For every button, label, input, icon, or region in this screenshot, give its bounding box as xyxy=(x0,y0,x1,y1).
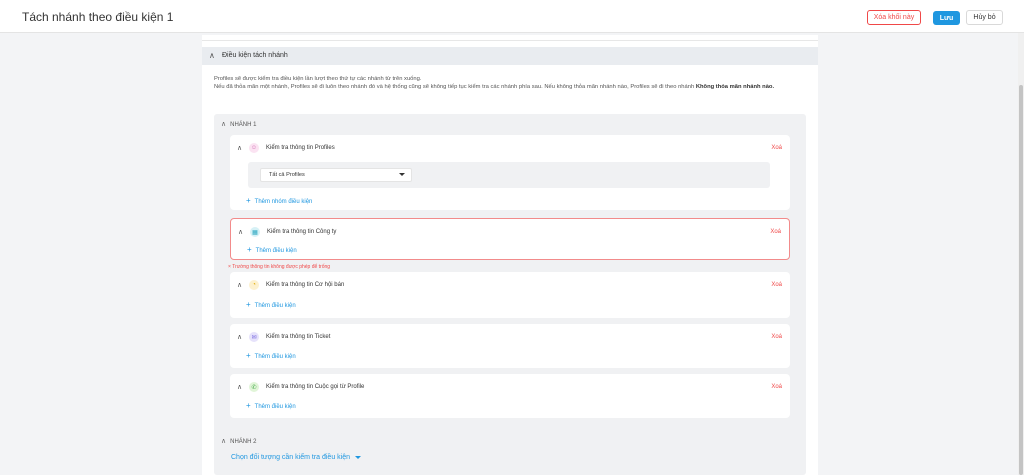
card-title: Kiểm tra thông tin Profiles xyxy=(266,145,335,151)
delete-link[interactable]: Xoá xyxy=(770,229,781,235)
chevron-up-icon[interactable]: ∧ xyxy=(209,51,215,60)
caret-down-icon xyxy=(355,455,362,459)
profile-icon: ☺ xyxy=(249,143,259,153)
cancel-button[interactable]: Hủy bỏ xyxy=(966,10,1003,25)
plus-icon: + xyxy=(246,401,251,410)
branch-2-title: NHÁNH 2 xyxy=(230,439,257,445)
select-value: Tất cả Profiles xyxy=(269,172,305,178)
add-label: Thêm nhóm điều kiện xyxy=(254,199,313,205)
plus-icon: + xyxy=(246,196,251,205)
chevron-up-icon[interactable]: ∧ xyxy=(221,121,226,128)
opportunity-icon: ◔ xyxy=(249,280,259,290)
branch-2: ∧ NHÁNH 2 Chọn đối tượng cần kiểm tra điề… xyxy=(214,431,806,475)
description-line-1: Profiles sẽ được kiểm tra điều kiện lần … xyxy=(214,76,422,82)
add-condition-link[interactable]: + Thêm điều kiện xyxy=(246,351,296,360)
choose-object-dropdown[interactable]: Chọn đối tượng cần kiểm tra điều kiện xyxy=(231,454,362,461)
page-header: Tách nhánh theo điều kiện 1 Xóa khối này… xyxy=(0,0,1024,33)
profiles-select[interactable]: Tất cả Profiles xyxy=(260,168,412,182)
scrollbar-thumb[interactable] xyxy=(1019,85,1023,475)
section-description: Profiles sẽ được kiểm tra điều kiện lần … xyxy=(214,75,810,92)
condition-card-profiles: ∧ ☺ Kiểm tra thông tin Profiles Xoá Tất … xyxy=(230,135,790,210)
save-button[interactable]: Lưu xyxy=(933,11,960,25)
delete-link[interactable]: Xoá xyxy=(771,384,782,390)
choose-label: Chọn đối tượng cần kiểm tra điều kiện xyxy=(231,454,351,461)
card-title: Kiểm tra thông tin Ticket xyxy=(266,334,331,340)
card-title: Kiểm tra thông tin Công ty xyxy=(267,229,337,235)
plus-icon: + xyxy=(246,300,251,309)
chevron-up-icon[interactable]: ∧ xyxy=(237,333,242,341)
delete-link[interactable]: Xoá xyxy=(771,334,782,340)
ticket-icon: ✉ xyxy=(249,332,259,342)
condition-card-opportunity: ∧ ◔ Kiểm tra thông tin Cơ hội bán Xoá + T… xyxy=(230,272,790,318)
plus-icon: + xyxy=(247,245,252,254)
add-label: Thêm điều kiện xyxy=(254,354,296,360)
branch-1: ∧ NHÁNH 1 ∧ ☺ Kiểm tra thông tin Profiles… xyxy=(214,114,806,458)
error-message: × Trường thông tin không được phép để tr… xyxy=(228,264,331,270)
add-label: Thêm điều kiện xyxy=(254,303,296,309)
chevron-up-icon[interactable]: ∧ xyxy=(237,383,242,391)
chevron-up-icon[interactable]: ∧ xyxy=(237,144,242,152)
condition-card-ticket: ∧ ✉ Kiểm tra thông tin Ticket Xoá + Thêm … xyxy=(230,324,790,368)
condition-group: Tất cả Profiles xyxy=(248,162,770,188)
add-condition-link[interactable]: + Thêm điều kiện xyxy=(246,300,296,309)
branch-1-header[interactable]: ∧ NHÁNH 1 xyxy=(221,120,256,128)
condition-card-company: ∧ ▦ Kiểm tra thông tin Công ty Xoá + Thêm… xyxy=(230,218,790,260)
plus-icon: + xyxy=(246,351,251,360)
section-header[interactable]: ∧ Điều kiện tách nhánh xyxy=(202,47,818,65)
error-text: Trường thông tin không được phép để trốn… xyxy=(232,264,331,270)
section-title: Điều kiện tách nhánh xyxy=(222,52,288,59)
delete-block-button[interactable]: Xóa khối này xyxy=(867,10,921,25)
page-title: Tách nhánh theo điều kiện 1 xyxy=(22,10,174,24)
vertical-scrollbar[interactable] xyxy=(1018,33,1024,475)
add-condition-group-link[interactable]: + Thêm nhóm điều kiện xyxy=(246,196,312,205)
chevron-up-icon[interactable]: ∧ xyxy=(237,281,242,289)
branch-conditions-panel: ∧ Điều kiện tách nhánh Profiles sẽ được … xyxy=(202,35,818,475)
condition-card-call: ∧ ✆ Kiểm tra thông tin Cuộc gọi từ Profi… xyxy=(230,374,790,418)
card-title: Kiểm tra thông tin Cuộc gọi từ Profile xyxy=(266,384,365,390)
chevron-up-icon[interactable]: ∧ xyxy=(238,228,243,236)
branch-2-header[interactable]: ∧ NHÁNH 2 xyxy=(221,437,256,445)
panel-top-strip xyxy=(202,35,818,41)
card-title: Kiểm tra thông tin Cơ hội bán xyxy=(266,282,345,288)
description-line-2: Nếu đã thỏa mãn một nhánh, Profiles sẽ đ… xyxy=(214,84,695,91)
branch-1-title: NHÁNH 1 xyxy=(230,122,257,128)
add-condition-link[interactable]: + Thêm điều kiện xyxy=(247,245,297,254)
add-label: Thêm điều kiện xyxy=(255,248,297,254)
phone-icon: ✆ xyxy=(249,382,259,392)
add-condition-link[interactable]: + Thêm điều kiện xyxy=(246,401,296,410)
chevron-up-icon[interactable]: ∧ xyxy=(221,438,226,445)
delete-link[interactable]: Xoá xyxy=(771,145,782,151)
delete-link[interactable]: Xoá xyxy=(771,282,782,288)
add-label: Thêm điều kiện xyxy=(254,404,296,410)
company-icon: ▦ xyxy=(250,227,260,237)
description-bold: Không thỏa mãn nhánh nào. xyxy=(695,84,775,91)
caret-down-icon xyxy=(399,173,405,176)
